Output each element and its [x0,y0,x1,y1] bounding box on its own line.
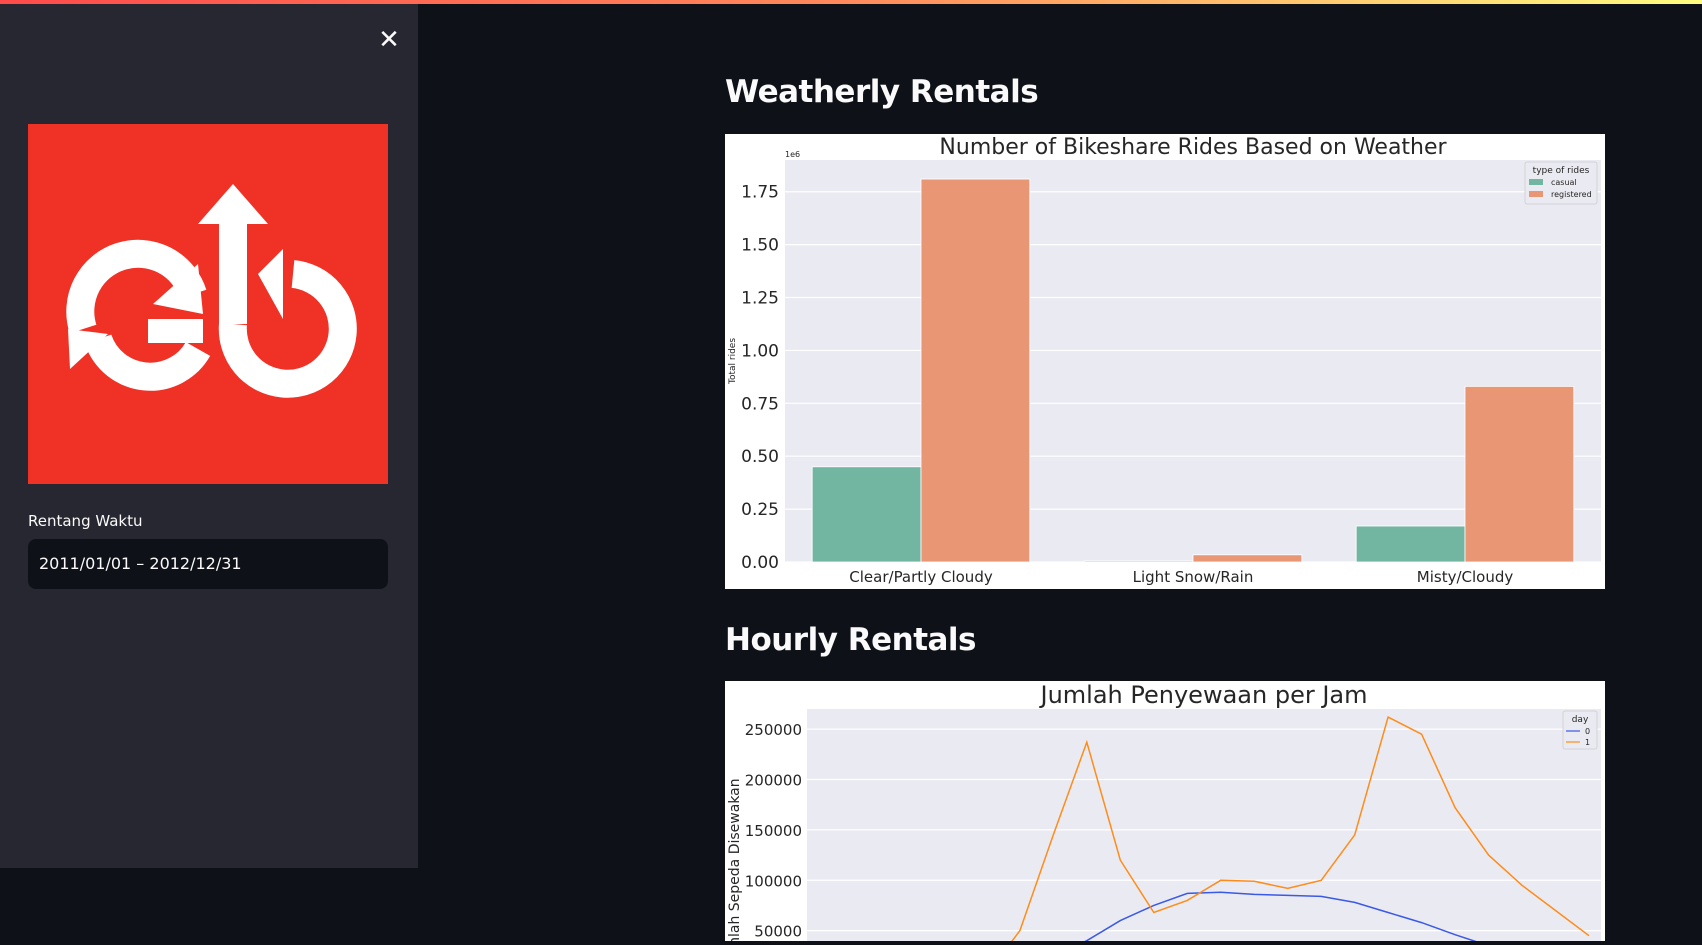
y-tick-label: 0.00 [741,553,779,573]
weather-chart-svg: Number of Bikeshare Rides Based on Weath… [728,135,1601,586]
main-content: Weatherly Rentals Number of Bikeshare Ri… [418,4,1702,945]
y-tick-label: 1.00 [741,341,779,361]
legend-title: day [1572,715,1589,725]
weather-chart: Number of Bikeshare Rides Based on Weath… [725,134,1605,589]
chart-title: Number of Bikeshare Rides Based on Weath… [939,135,1447,160]
y-axis-label: Total rides [728,338,738,385]
x-tick-label: Clear/Partly Cloudy [849,568,993,586]
hourly-chart: Jumlah Penyewaan per Jam 50000 100000 15000… [725,681,1605,945]
hourly-heading: Hourly Rentals [725,622,977,658]
y-tick-label: 0.75 [741,394,779,414]
legend-label-1: 1 [1585,738,1590,747]
y-tick-label: 250000 [745,721,802,739]
y-axis-label: Jumlah Sepeda Disewakan [727,778,743,941]
legend-title: type of rides [1533,166,1590,176]
plot-area [807,709,1601,945]
hourly-chart-svg: Jumlah Penyewaan per Jam 50000 100000 15000… [727,681,1601,945]
legend-label-0: 0 [1585,727,1590,736]
y-tick-label: 0.25 [741,500,779,520]
date-range-input[interactable]: 2011/01/01 – 2012/12/31 [28,539,388,589]
y-offset-label: 1e6 [785,150,800,159]
weather-heading: Weatherly Rentals [725,74,1039,110]
bar-registered [1192,554,1303,563]
y-tick-label: 200000 [745,772,802,790]
y-tick-label: 1.25 [741,289,779,309]
bar-registered [920,178,1031,563]
date-range-label: Rentang Waktu [28,512,143,530]
sidebar: ✕ Rentang Waktu 2011/01/01 – 2012/12/31 [0,4,418,868]
bar-casual [811,466,922,563]
y-tick-label: 100000 [745,872,802,890]
y-tick-label: 0.50 [741,447,779,467]
bikeshare-logo [28,124,388,484]
bar-casual [1083,560,1194,563]
y-tick-label: 1.50 [741,236,779,256]
bar-casual [1355,525,1466,563]
close-sidebar-button[interactable]: ✕ [374,25,404,55]
legend-swatch-registered [1529,191,1543,197]
legend-swatch-casual [1529,179,1543,185]
y-tick-label: 50000 [754,923,802,941]
y-tick-label: 150000 [745,822,802,840]
legend-label-casual: casual [1551,178,1577,187]
x-tick-label: Misty/Cloudy [1417,568,1514,586]
bikeshare-logo-icon [66,184,357,398]
x-tick-label: Light Snow/Rain [1133,568,1254,586]
y-tick-label: 1.75 [741,183,779,203]
close-icon: ✕ [378,25,400,55]
chart-title: Jumlah Penyewaan per Jam [1039,681,1368,709]
legend-label-registered: registered [1551,190,1592,199]
bar-registered [1464,385,1575,563]
